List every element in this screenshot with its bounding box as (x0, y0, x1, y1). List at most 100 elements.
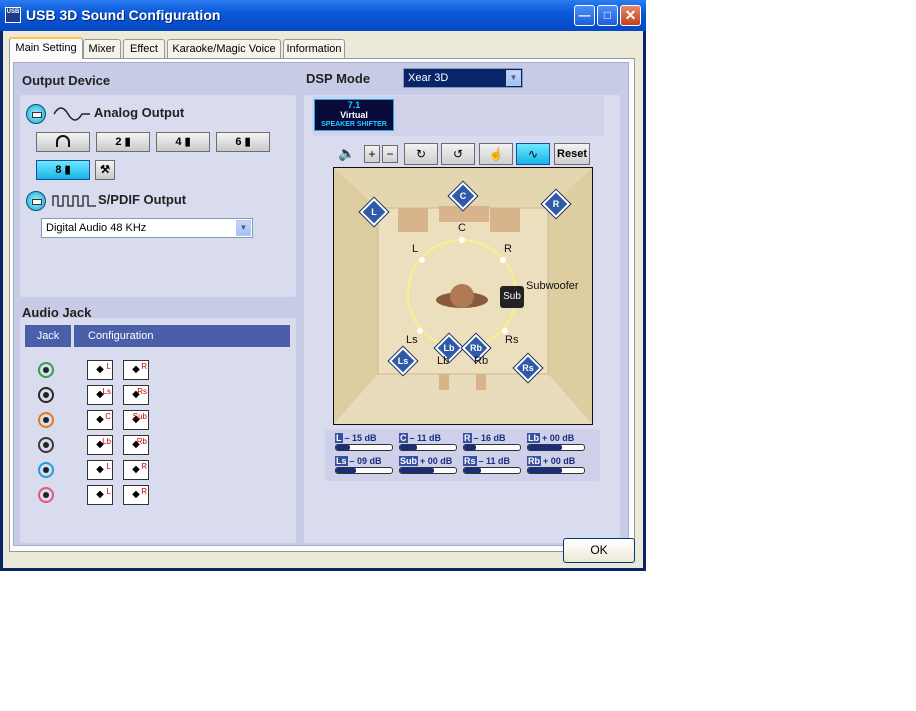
close-button[interactable]: ✕ (620, 5, 641, 26)
digital-wave-icon (52, 195, 96, 207)
volume-track[interactable] (527, 467, 585, 474)
jack-config-label: Sub (132, 412, 147, 421)
jack-config-label: R (141, 487, 147, 496)
wave-pointer-button[interactable]: ∿ (516, 143, 550, 165)
tab-information[interactable]: Information (283, 39, 345, 58)
jack-config-speaker[interactable]: ◆ Sub (123, 410, 149, 430)
reset-button[interactable]: Reset (554, 143, 590, 165)
room-label-ls: Ls (406, 334, 418, 346)
speaker-8ch-button[interactable]: 8 ▮ (36, 160, 90, 180)
channel-db-value: + 00 dB (542, 433, 575, 443)
speaker-volume-icon: 🔈 (338, 145, 356, 161)
jack-config-speaker[interactable]: ◆ L (87, 360, 113, 380)
speaker-icon: ▮ (64, 164, 71, 176)
speaker-left-surround-label: Ls (397, 356, 409, 366)
speaker-room-view[interactable]: L C R Ls Lb Rb Rs Sub L C R Ls Lb Rb Rs … (333, 167, 593, 425)
channel-volume-label: Lb + 00 dB (527, 433, 585, 443)
jack-connector-icon (38, 412, 54, 428)
tab-karaoke-magic-voice[interactable]: Karaoke/Magic Voice (167, 39, 281, 58)
headphone-mode-button[interactable] (36, 132, 90, 152)
jack-config-speaker[interactable]: ◆ Lb (87, 435, 113, 455)
jack-column-header: Jack (25, 325, 71, 347)
jack-config-label: L (106, 462, 111, 471)
channel-volume-slider[interactable]: Ls – 09 dB (335, 456, 393, 474)
speaker-2ch-button[interactable]: 2 ▮ (96, 132, 150, 152)
jack-connector-icon (38, 362, 54, 378)
dialog-client: Main Setting Mixer Effect Karaoke/Magic … (3, 31, 643, 568)
jack-config-speaker[interactable]: ◆ Rb (123, 435, 149, 455)
jack-config-label: Ls (102, 387, 111, 396)
channel-volume-slider[interactable]: C – 11 dB (399, 433, 457, 451)
volume-track[interactable] (335, 444, 393, 451)
rotate-clockwise-button[interactable]: ↻ (404, 143, 438, 165)
maximize-button[interactable]: □ (597, 5, 618, 26)
jack-config-speaker[interactable]: ◆ Ls (87, 385, 113, 405)
app-icon: USB (5, 7, 21, 23)
jack-config-label: L (106, 362, 111, 371)
wrench-tool-button[interactable]: ⚒ (95, 160, 115, 180)
jack-config-speaker[interactable]: ◆ R (123, 360, 149, 380)
channel-volume-slider[interactable]: Lb + 00 dB (527, 433, 585, 451)
volume-track[interactable] (463, 444, 521, 451)
spdif-output-radio[interactable] (26, 191, 46, 211)
analog-output-radio[interactable] (26, 104, 46, 124)
ok-button[interactable]: OK (563, 538, 635, 563)
channel-tag: R (463, 433, 472, 443)
spdif-output-label: S/PDIF Output (98, 192, 187, 207)
audio-jack-panel (20, 318, 296, 543)
zoom-out-button[interactable]: − (382, 145, 398, 163)
channel-tag: Lb (527, 433, 540, 443)
jack-config-speaker[interactable]: ◆ L (87, 460, 113, 480)
channel-volume-slider[interactable]: Sub + 00 dB (399, 456, 457, 474)
dsp-mode-heading: DSP Mode (306, 71, 371, 86)
output-device-heading: Output Device (22, 73, 111, 88)
tab-effect[interactable]: Effect (123, 39, 165, 58)
speaker-6ch-label: 6 (235, 136, 242, 148)
wrench-icon: ⚒ (100, 164, 110, 176)
volume-track[interactable] (463, 467, 521, 474)
channel-db-value: + 00 dB (543, 456, 576, 466)
spdif-format-value: Digital Audio 48 KHz (46, 222, 147, 234)
tab-main-setting[interactable]: Main Setting (9, 37, 83, 59)
headphone-pointer-button[interactable]: ☝ (479, 143, 513, 165)
speaker-4ch-label: 4 (175, 136, 182, 148)
rotate-counterclockwise-button[interactable]: ↺ (441, 143, 475, 165)
volume-track[interactable] (527, 444, 585, 451)
jack-config-label: Rs (137, 387, 147, 396)
channel-db-value: – 11 dB (478, 456, 511, 466)
jack-connector-icon (38, 387, 54, 403)
zoom-in-button[interactable]: + (364, 145, 380, 163)
volume-fill (336, 445, 350, 450)
channel-volume-slider[interactable]: R – 16 dB (463, 433, 521, 451)
jack-config-speaker[interactable]: ◆ Rs (123, 385, 149, 405)
minimize-button[interactable]: — (574, 5, 595, 26)
channel-volume-label: L – 15 dB (335, 433, 393, 443)
room-label-subwoofer: Subwoofer (526, 280, 579, 292)
volume-track[interactable] (335, 467, 393, 474)
speaker-4ch-button[interactable]: 4 ▮ (156, 132, 210, 152)
channel-db-value: – 09 dB (349, 456, 382, 466)
subwoofer-speaker[interactable]: Sub (500, 286, 524, 308)
volume-track[interactable] (399, 444, 457, 451)
sine-wave-icon (53, 107, 90, 121)
jack-config-speaker[interactable]: ◆ R (123, 460, 149, 480)
dsp-mode-select[interactable]: Xear 3D ▼ (403, 68, 523, 88)
logo-channels: 7.1 (347, 100, 361, 110)
virtual-speaker-shifter-logo[interactable]: 7.1 Virtual SPEAKER SHIFTER (314, 99, 394, 131)
channel-volume-slider[interactable]: Rs – 11 dB (463, 456, 521, 474)
volume-track[interactable] (399, 467, 457, 474)
speaker-6ch-button[interactable]: 6 ▮ (216, 132, 270, 152)
channel-volume-slider[interactable]: L – 15 dB (335, 433, 393, 451)
title-bar[interactable]: USB USB 3D Sound Configuration — □ ✕ (0, 0, 646, 31)
room-label-lb: Lb (437, 355, 450, 367)
spdif-format-select[interactable]: Digital Audio 48 KHz ▼ (41, 218, 253, 238)
room-label-rs: Rs (505, 334, 519, 346)
channel-volume-slider[interactable]: Rb + 00 dB (527, 456, 585, 474)
channel-tag: C (399, 433, 408, 443)
jack-config-speaker[interactable]: ◆ C (87, 410, 113, 430)
jack-config-speaker[interactable]: ◆ L (87, 485, 113, 505)
headphone-icon (56, 135, 70, 147)
channel-tag: Rb (527, 456, 541, 466)
tab-mixer[interactable]: Mixer (83, 39, 121, 58)
jack-config-speaker[interactable]: ◆ R (123, 485, 149, 505)
